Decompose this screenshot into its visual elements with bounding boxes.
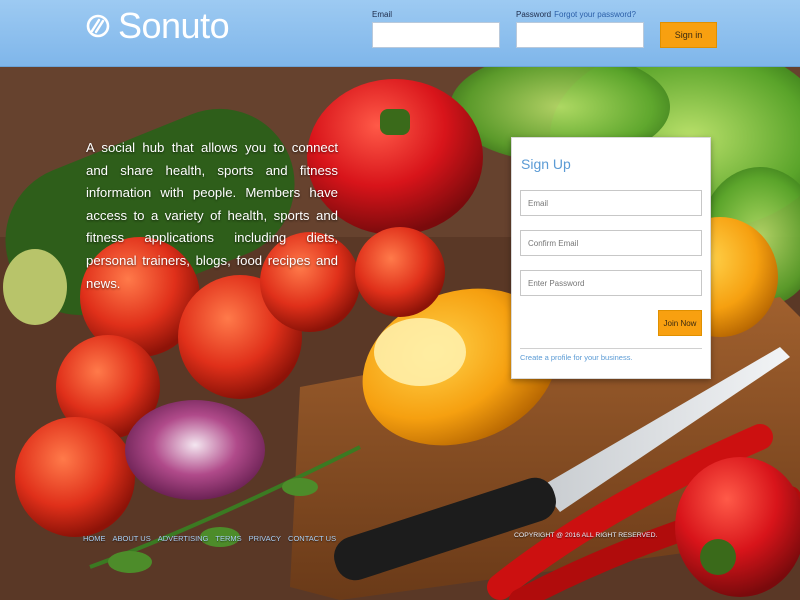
logo[interactable]: Sonuto (86, 5, 230, 46)
login-email-input[interactable] (372, 22, 500, 48)
copyright-text: COPYRIGHT @ 2016 ALL RIGHT RESERVED. (514, 532, 658, 539)
business-profile-link[interactable]: Create a profile for your business. (520, 353, 633, 362)
signup-title: Sign Up (521, 156, 571, 172)
hero-tagline: A social hub that allows you to connect … (86, 140, 338, 291)
login-password-input[interactable] (516, 22, 644, 48)
signup-divider (520, 348, 702, 349)
footer-link-terms[interactable]: TERMS (215, 534, 241, 543)
logo-icon (86, 14, 110, 38)
logo-text: Sonuto (118, 5, 230, 46)
footer-link-privacy[interactable]: PRIVACY (249, 534, 281, 543)
signup-card: Sign Up Join Now Create a profile for yo… (511, 137, 711, 379)
signup-confirm-email-input[interactable] (520, 230, 702, 256)
footer-link-advertising[interactable]: ADVERTISING (158, 534, 209, 543)
signup-password-input[interactable] (520, 270, 702, 296)
login-password-label-text: Password (516, 10, 552, 19)
footer-link-home[interactable]: HOME (83, 534, 106, 543)
join-now-button[interactable]: Join Now (658, 310, 702, 336)
top-header: Sonuto Email Password Forgot your passwor… (0, 0, 800, 67)
footer-link-about[interactable]: ABOUT US (113, 534, 151, 543)
signup-email-input[interactable] (520, 190, 702, 216)
login-password-label: Password Forgot your password? (516, 10, 636, 19)
forgot-password-link[interactable]: Forgot your password? (554, 10, 636, 19)
footer-nav: HOME ABOUT US ADVERTISING TERMS PRIVACY … (83, 534, 336, 543)
footer-link-contact[interactable]: CONTACT US (288, 534, 336, 543)
sign-in-button[interactable]: Sign in (660, 22, 717, 48)
login-email-label: Email (372, 10, 393, 19)
